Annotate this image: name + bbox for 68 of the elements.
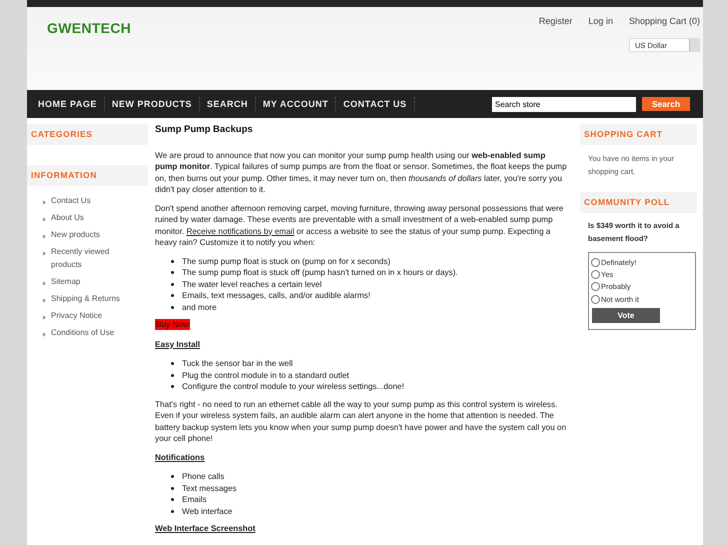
radio-button[interactable] — [591, 294, 600, 304]
bullet-arrow-icon — [43, 200, 46, 205]
bullet-icon — [171, 260, 174, 263]
bullet-arrow-icon — [43, 251, 46, 256]
bullet-icon — [171, 510, 174, 513]
bullet-arrow-icon — [43, 234, 46, 239]
sidebar-heading: CATEGORIES — [27, 124, 148, 145]
search-field[interactable]: Search store — [492, 96, 636, 112]
list-item: and more — [182, 302, 217, 313]
page-title: Sump Pump Backups — [155, 124, 254, 136]
bullet-icon — [171, 271, 174, 274]
nav-link[interactable]: HOME PAGE — [33, 97, 105, 111]
sidebar-link[interactable]: Recently viewed products — [51, 246, 131, 271]
radio-button[interactable] — [591, 270, 600, 279]
bullet-arrow-icon — [43, 298, 46, 302]
list-item: Configure the control module to your wireless settings...done! — [182, 381, 404, 392]
logo[interactable]: GWENTECH — [47, 20, 132, 36]
header-link[interactable]: Shopping Cart (0) — [628, 16, 700, 26]
sidebar-heading: SHOPPING CART — [580, 124, 697, 145]
nav-link[interactable]: NEW PRODUCTS — [106, 97, 200, 111]
radio-button[interactable] — [591, 282, 600, 292]
bullet-icon — [171, 362, 174, 366]
sidebar-link[interactable]: Contact Us — [51, 195, 131, 208]
list-item: Text messages — [182, 482, 237, 494]
bullet-icon — [171, 385, 174, 388]
bullet-arrow-icon — [43, 217, 46, 222]
section-heading: Notifications — [155, 452, 205, 462]
bullet-arrow-icon — [43, 280, 46, 286]
paragraph: Don't spend another afternoon removing carpet, moving furniture, throwing away personal possessions that were ruined by water damage. These events are preventable with a small investment of a web-enabled sump pump monitor. Receive notifications by email or access a website to see the status of your sump pump. Expecting a heavy rain? Customize it to notify you when: — [155, 202, 564, 248]
list-item: Tuck the sensor bar in the well — [182, 358, 293, 370]
nav-link[interactable]: MY ACCOUNT — [258, 97, 336, 111]
nav-link[interactable]: SEARCH — [202, 97, 256, 111]
sidebar-link[interactable]: Privacy Notice — [51, 310, 131, 322]
list-item: The water level reaches a certain level — [182, 278, 322, 290]
bullet-arrow-icon — [43, 332, 46, 336]
section-heading: Easy Install — [155, 340, 200, 348]
sidebar-heading: INFORMATION — [27, 165, 148, 186]
header-link[interactable]: Register — [538, 16, 572, 26]
sidebar-link[interactable]: Shipping & Returns — [51, 292, 131, 305]
bullet-icon — [171, 294, 174, 298]
sidebar-heading: COMMUNITY POLL — [580, 192, 697, 213]
list-item: The sump pump float is stuck on (pump on for x seconds) — [182, 256, 390, 267]
bullet-icon — [171, 374, 174, 377]
bullet-icon — [171, 475, 174, 478]
nav-link[interactable]: CONTACT US — [338, 97, 415, 111]
sidebar-link[interactable]: Sitemap — [51, 276, 131, 288]
list-item: Emails — [182, 494, 207, 506]
radio-button[interactable] — [591, 258, 600, 267]
list-item: Plug the control module in to a standard outlet — [182, 370, 350, 381]
sidebar-link[interactable]: Conditions of Use — [51, 326, 131, 339]
list-item: Emails, text messages, calls, and/or audible alarms! — [182, 290, 370, 302]
paragraph: We are proud to announce that now you can monitor your sump pump health using our web-enabled sump pump monitor. Typical failures of sump pumps are from the float or sensor. Sometimes, the float keeps the pump on, then burns out your pump. Other times, it may never turn on, then thousands of dollars later, you're sorry you didn't pay closer attention to it. — [155, 150, 567, 196]
list-item: Web interface — [182, 506, 232, 517]
sidebar-link[interactable]: New products — [51, 229, 131, 242]
email-link[interactable]: Receive notifications by email — [186, 226, 294, 236]
vote-button[interactable]: Vote — [592, 308, 660, 324]
list-item: Phone calls — [182, 471, 224, 482]
list-item: The sump pump float is stuck off (pump hasn't turned on in x hours or days). — [182, 267, 458, 278]
buy-now-button[interactable]: Buy Now — [155, 319, 190, 330]
sidebar-link[interactable]: About Us — [51, 212, 131, 224]
paragraph: That's right - no need to run an ethernet cable all the way to your sump pump as this control system is wireless. Even if your wireless system fails, an audible alarm can alert anyone in the home that attention is needed. The battery backup system lets you know when your sump pump doesn't have power and have the system call you on your cell phone! — [155, 398, 567, 444]
section-heading: Web Interface Screenshot — [155, 524, 256, 533]
header-link[interactable]: Log in — [588, 16, 613, 26]
bullet-icon — [171, 282, 174, 286]
bullet-icon — [171, 306, 174, 309]
bullet-arrow-icon — [43, 314, 46, 320]
bullet-icon — [171, 498, 174, 502]
bullet-icon — [171, 486, 174, 490]
